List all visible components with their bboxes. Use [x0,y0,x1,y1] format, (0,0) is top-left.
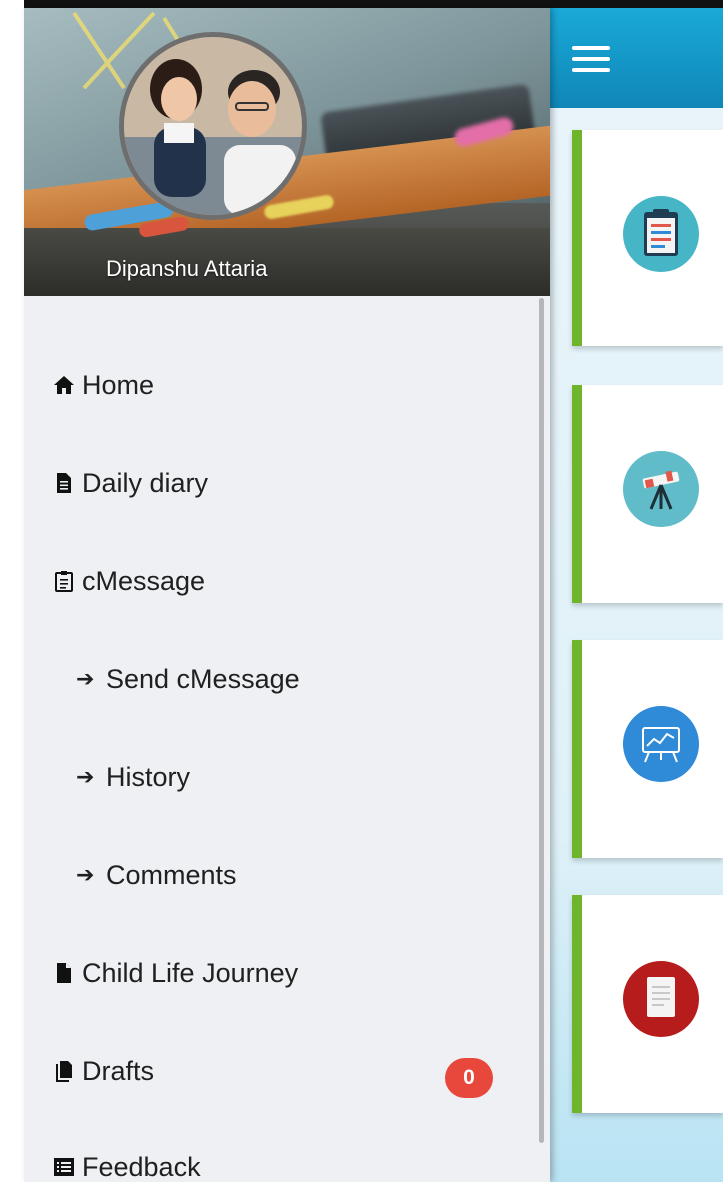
nav-item-home[interactable]: Home [52,363,154,407]
nav-item-send-cmessage[interactable]: ➔ Send cMessage [76,657,300,701]
nav-item-comments[interactable]: ➔ Comments [76,853,237,897]
nav-item-drafts[interactable]: Drafts [52,1049,154,1093]
nav-item-label: Feedback [82,1151,201,1182]
clipboard-icon [623,196,699,272]
nav-item-label: Drafts [82,1055,155,1086]
document-icon [52,471,76,495]
user-name: Dipanshu Attaria [106,256,268,281]
arrow-right-icon: ➔ [76,764,95,789]
list-icon [52,1155,76,1179]
nav-item-label: cMessage [82,565,206,596]
avatar[interactable] [119,32,307,220]
hamburger-icon[interactable] [572,46,610,74]
drawer-header: Dipanshu Attaria [24,8,550,296]
nav-item-label: Daily diary [82,467,209,498]
dashboard-card[interactable] [572,385,723,603]
dashboard-card[interactable] [572,895,723,1113]
navigation-drawer: Dipanshu Attaria Home Daily diary cMessa… [24,8,550,1182]
ledge-shadow [24,228,550,296]
files-icon [52,1059,76,1083]
nav-item-feedback[interactable]: Feedback [52,1145,201,1182]
nav-item-history[interactable]: ➔ History [76,755,190,799]
report-document-icon [623,961,699,1037]
nav-item-label: Child Life Journey [82,957,299,988]
screen: Dipanshu Attaria Home Daily diary cMessa… [0,0,723,1182]
file-icon [52,961,76,985]
drawer-scrollbar[interactable] [539,298,544,1143]
nav-item-label: Comments [106,859,237,890]
nav-item-label: Home [82,369,155,400]
telescope-icon [623,451,699,527]
nav-item-label: History [106,761,191,792]
nav-item-child-life-journey[interactable]: Child Life Journey [52,951,298,995]
nav-item-cmessage[interactable]: cMessage [52,559,205,603]
nav-item-daily-diary[interactable]: Daily diary [52,461,208,505]
dashboard-card[interactable] [572,640,723,858]
status-strip [24,0,723,8]
arrow-right-icon: ➔ [76,666,95,691]
clipboard-icon [52,569,76,593]
dashboard-card[interactable] [572,130,723,346]
home-icon [52,373,76,397]
arrow-right-icon: ➔ [76,862,95,887]
drafts-count-badge: 0 [445,1058,493,1098]
nav-item-label: Send cMessage [106,663,300,694]
presentation-board-icon [623,706,699,782]
